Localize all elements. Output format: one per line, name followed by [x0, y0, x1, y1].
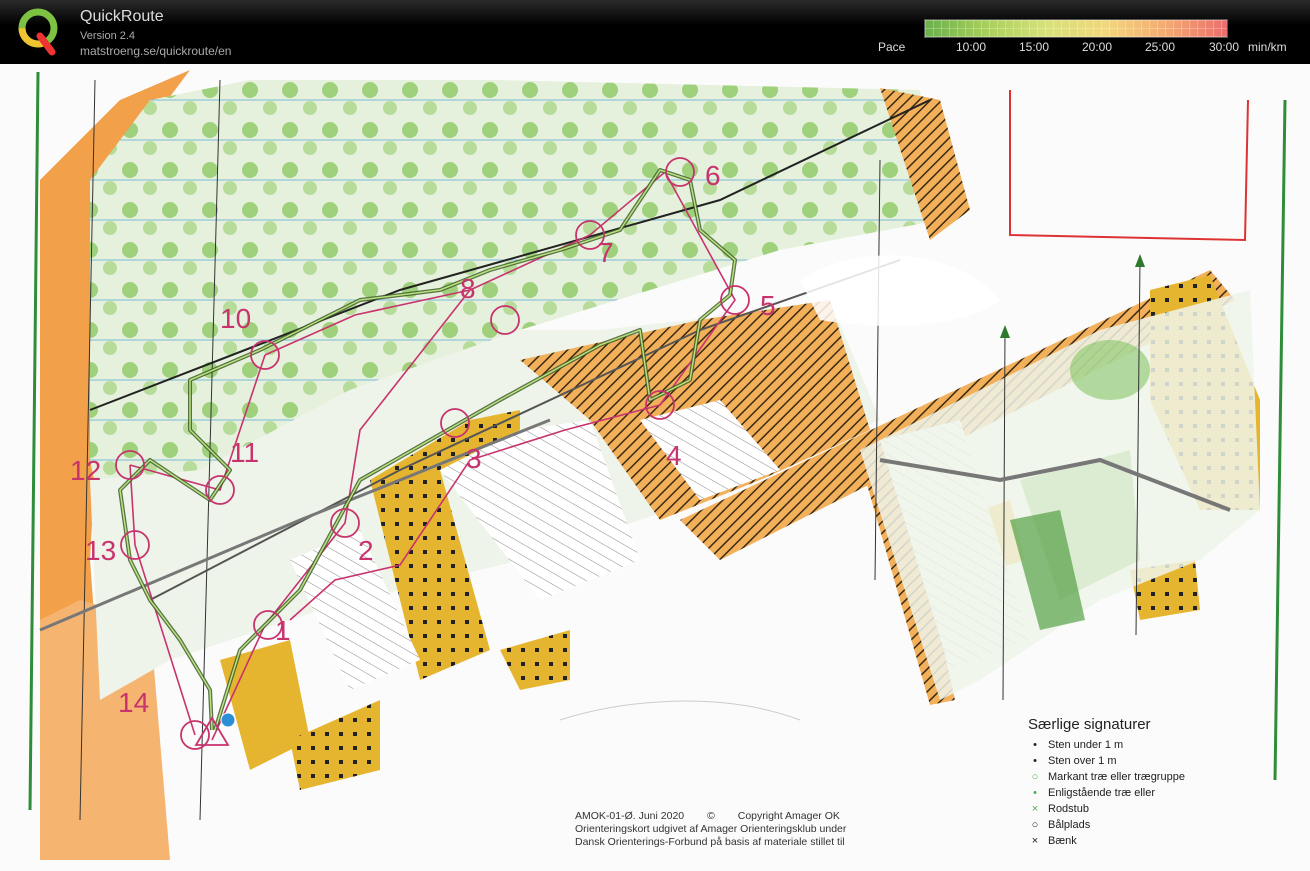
pace-tick: 20:00: [1082, 40, 1113, 54]
control-number: 6: [705, 160, 721, 191]
boulder-large-icon: •: [1033, 755, 1037, 767]
legend-title: Særlige signaturer: [1028, 716, 1151, 733]
legend-item: ○ Bålplads: [1028, 819, 1185, 835]
control-number: 13: [85, 535, 116, 566]
bench-icon: ×: [1031, 835, 1039, 847]
legend-label: Rodstub: [1048, 803, 1089, 815]
pace-tick: 15:00: [1019, 40, 1050, 54]
legend-item: • Sten over 1 m: [1028, 755, 1185, 771]
pace-tick: 10:00: [956, 40, 987, 54]
root-stock-icon: ×: [1031, 803, 1039, 815]
legend-label: Sten over 1 m: [1048, 755, 1117, 767]
legend-label: Bænk: [1048, 835, 1077, 847]
legend-item: • Sten under 1 m: [1028, 739, 1185, 755]
app-title: QuickRoute: [80, 8, 164, 25]
credits-line: Orienteringskort udgivet af Amager Orien…: [575, 823, 847, 835]
app-version: Version 2.4: [80, 30, 136, 42]
control-number: 2: [358, 535, 374, 566]
legend-item: × Rodstub: [1028, 803, 1185, 819]
single-tree-icon: •: [1033, 787, 1037, 799]
control-number: 3: [466, 443, 482, 474]
fireplace-icon: ○: [1031, 819, 1039, 831]
pace-label: Pace: [878, 40, 906, 54]
control-number: 4: [666, 440, 682, 471]
app-header: QuickRoute Version 2.4 matstroeng.se/qui…: [0, 0, 1310, 64]
boulder-small-icon: •: [1033, 739, 1037, 751]
control-number: 10: [220, 303, 251, 334]
control-number: 12: [70, 455, 101, 486]
control-number: 11: [230, 437, 259, 468]
app-url[interactable]: matstroeng.se/quickroute/en: [80, 44, 231, 58]
map-credits: AMOK-01-Ø. Juni 2020 © Copyright Amager …: [575, 810, 860, 849]
pace-color-scale: [924, 19, 1228, 38]
legend-item: × Bænk: [1028, 835, 1185, 851]
copyright-text: Copyright Amager OK: [737, 810, 840, 822]
quickroute-logo-icon: [18, 8, 58, 56]
map-id: AMOK-01-Ø. Juni 2020: [575, 810, 685, 822]
pace-tick: 25:00: [1145, 40, 1176, 54]
pace-unit: min/km: [1248, 40, 1287, 54]
legend-item: ○ Markant træ eller trægruppe: [1028, 771, 1185, 787]
legend-label: Sten under 1 m: [1048, 739, 1124, 751]
control-number: 7: [598, 237, 614, 268]
legend-label: Markant træ eller trægruppe: [1048, 771, 1185, 783]
control-number: 5: [760, 290, 776, 321]
legend-item: • Enligstående træ eller: [1028, 787, 1185, 803]
legend-label: Enligstående træ eller: [1048, 787, 1156, 799]
tree-group-icon: ○: [1031, 771, 1039, 783]
control-number: 14: [118, 687, 149, 718]
pace-tick: 30:00: [1209, 40, 1240, 54]
control-number: 1: [275, 615, 291, 646]
control-number: 8: [460, 273, 476, 304]
copyright-icon: ©: [707, 810, 715, 822]
map-legend: Særlige signaturer • Sten under 1 m • St…: [1028, 716, 1185, 851]
legend-label: Bålplads: [1048, 819, 1091, 831]
credits-line: Dansk Orienterings-Forbund på basis af m…: [575, 836, 845, 848]
